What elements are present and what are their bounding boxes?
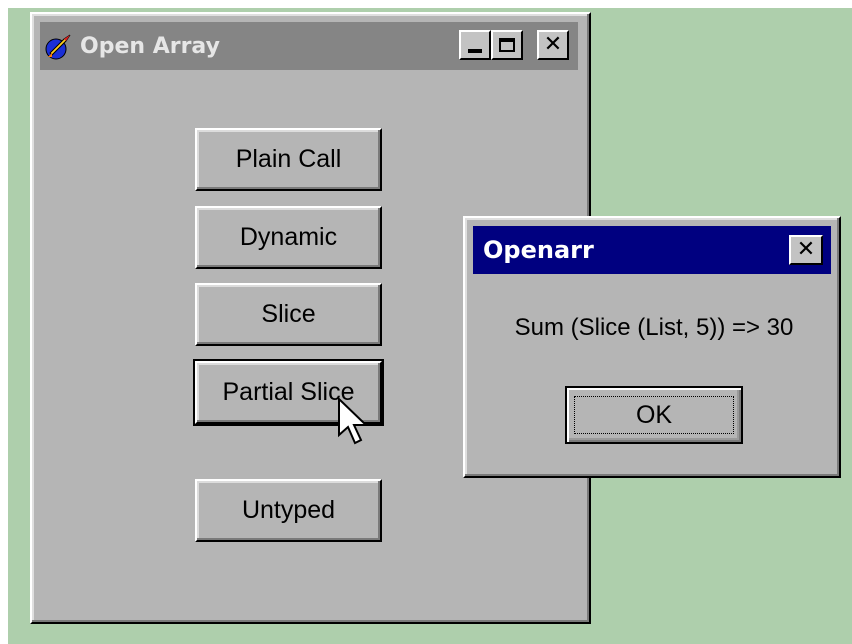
plain-call-button[interactable]: Plain Call — [195, 128, 382, 191]
dialog-titlebar[interactable]: Openarr ✕ — [473, 226, 831, 274]
maximize-button[interactable] — [491, 30, 523, 60]
main-titlebar[interactable]: Open Array ✕ — [40, 22, 578, 70]
close-button[interactable]: ✕ — [537, 30, 569, 60]
ok-button-label: OK — [574, 396, 734, 434]
slice-button[interactable]: Slice — [195, 283, 382, 346]
maximize-icon — [499, 38, 515, 52]
dialog-title: Openarr — [483, 236, 594, 264]
message-dialog: Openarr ✕ Sum (Slice (List, 5)) => 30 OK — [463, 216, 841, 478]
untyped-button[interactable]: Untyped — [195, 479, 382, 542]
ok-button[interactable]: OK — [565, 386, 743, 444]
dialog-message: Sum (Slice (List, 5)) => 30 — [514, 314, 794, 341]
minimize-button[interactable] — [459, 30, 491, 60]
minimize-icon — [468, 49, 482, 53]
dialog-close-button[interactable]: ✕ — [789, 235, 823, 265]
mouse-pointer-icon — [338, 397, 369, 445]
app-rocket-icon — [45, 34, 71, 60]
main-window-title: Open Array — [80, 33, 220, 59]
close-icon: ✕ — [796, 237, 816, 262]
close-icon: ✕ — [543, 32, 563, 57]
dynamic-button[interactable]: Dynamic — [195, 206, 382, 269]
